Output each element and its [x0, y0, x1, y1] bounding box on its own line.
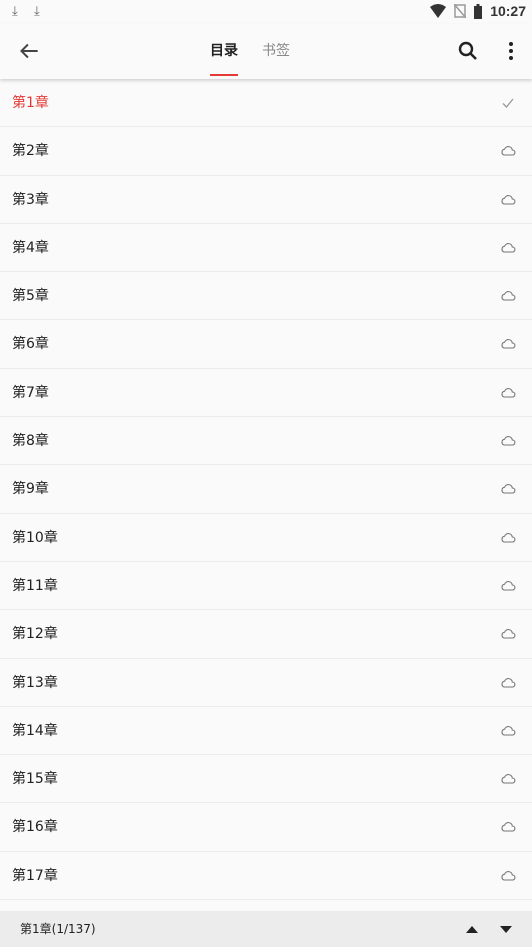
chapter-position: 第1章(1/137): [20, 922, 96, 936]
cloud-icon: [501, 484, 516, 494]
chapter-row[interactable]: 第17章: [0, 852, 532, 901]
chapter-title: 第7章: [12, 384, 49, 401]
chapter-title: 第16章: [12, 819, 58, 836]
scroll-up-icon[interactable]: [464, 922, 480, 936]
chapter-row[interactable]: 第14章: [0, 707, 532, 756]
tab-bookmarks[interactable]: 书签: [262, 24, 290, 79]
bottom-bar: 第1章(1/137): [0, 911, 532, 947]
chapter-row[interactable]: 第10章: [0, 514, 532, 562]
cloud-icon: [501, 436, 516, 446]
chapter-row[interactable]: 第11章: [0, 562, 532, 611]
chapter-row[interactable]: 第9章: [0, 465, 532, 514]
chapter-row[interactable]: 第2章: [0, 127, 532, 176]
chapter-row[interactable]: 第12章: [0, 610, 532, 659]
chapter-title: 第2章: [12, 143, 49, 160]
cloud-icon: [501, 774, 516, 784]
cloud-icon: [501, 822, 516, 833]
no-sim-icon: [454, 4, 467, 18]
chapter-row[interactable]: 第4章: [0, 224, 532, 273]
chapter-title: 第4章: [12, 239, 49, 256]
tab-contents[interactable]: 目录: [210, 24, 238, 79]
cloud-icon: [501, 532, 516, 543]
chapter-row[interactable]: 第8章: [0, 417, 532, 466]
chapter-row[interactable]: 第13章: [0, 659, 532, 707]
chapter-title: 第11章: [12, 577, 58, 594]
cloud-icon: [501, 339, 516, 350]
chapter-title: 第15章: [12, 771, 58, 788]
chapter-row[interactable]: 第1章: [0, 79, 532, 128]
cloud-icon: [501, 870, 516, 881]
cloud-icon: [501, 242, 516, 253]
wifi-icon: [430, 4, 447, 18]
chapter-list[interactable]: 第1章第2章第3章第4章第5章第6章第7章第8章第9章第10章第11章第12章第…: [0, 79, 532, 911]
chapter-title: 第9章: [12, 481, 49, 498]
chapter-row[interactable]: 第16章: [0, 803, 532, 852]
chapter-title: 第1章: [12, 95, 49, 111]
cloud-icon: [501, 194, 516, 205]
download-icon: ⤓: [34, 4, 40, 19]
tab-bookmarks-label: 书签: [262, 43, 290, 59]
more-vert-icon[interactable]: [504, 39, 518, 63]
chapter-title: 第13章: [12, 674, 58, 691]
scroll-down-icon[interactable]: [498, 922, 514, 936]
chapter-row[interactable]: 第3章: [0, 176, 532, 224]
chapter-row[interactable]: 第5章: [0, 272, 532, 321]
status-time: 10:27: [490, 3, 526, 19]
search-icon[interactable]: [456, 39, 480, 63]
tab-bar: 目录 书签: [210, 24, 290, 79]
chapter-title: 第5章: [12, 288, 49, 305]
cloud-icon: [501, 581, 516, 591]
chapter-row[interactable]: 第15章: [0, 755, 532, 804]
cloud-icon: [501, 387, 516, 398]
download-icon: ⤓: [12, 4, 18, 19]
tab-contents-label: 目录: [210, 43, 238, 59]
chapter-title: 第6章: [12, 336, 49, 353]
chapter-title: 第8章: [12, 433, 49, 450]
cloud-icon: [501, 629, 516, 639]
chapter-title: 第10章: [12, 529, 58, 546]
battery-icon: [474, 3, 483, 19]
status-bar: ⤓ ⤓ 10:27: [0, 0, 532, 24]
chapter-row[interactable]: 第6章: [0, 320, 532, 369]
chapter-title: 第17章: [12, 867, 58, 884]
cloud-icon: [501, 677, 516, 688]
chapter-row[interactable]: 第7章: [0, 369, 532, 418]
cloud-icon: [501, 146, 516, 156]
chapter-title: 第14章: [12, 722, 58, 739]
app-bar: 目录 书签: [0, 24, 532, 79]
cloud-icon: [501, 725, 516, 736]
back-arrow-icon[interactable]: [16, 38, 42, 64]
cloud-icon: [501, 291, 516, 301]
active-tab-indicator: [210, 74, 238, 76]
check-icon: [502, 98, 514, 108]
chapter-title: 第12章: [12, 626, 58, 643]
chapter-title: 第3章: [12, 191, 49, 208]
